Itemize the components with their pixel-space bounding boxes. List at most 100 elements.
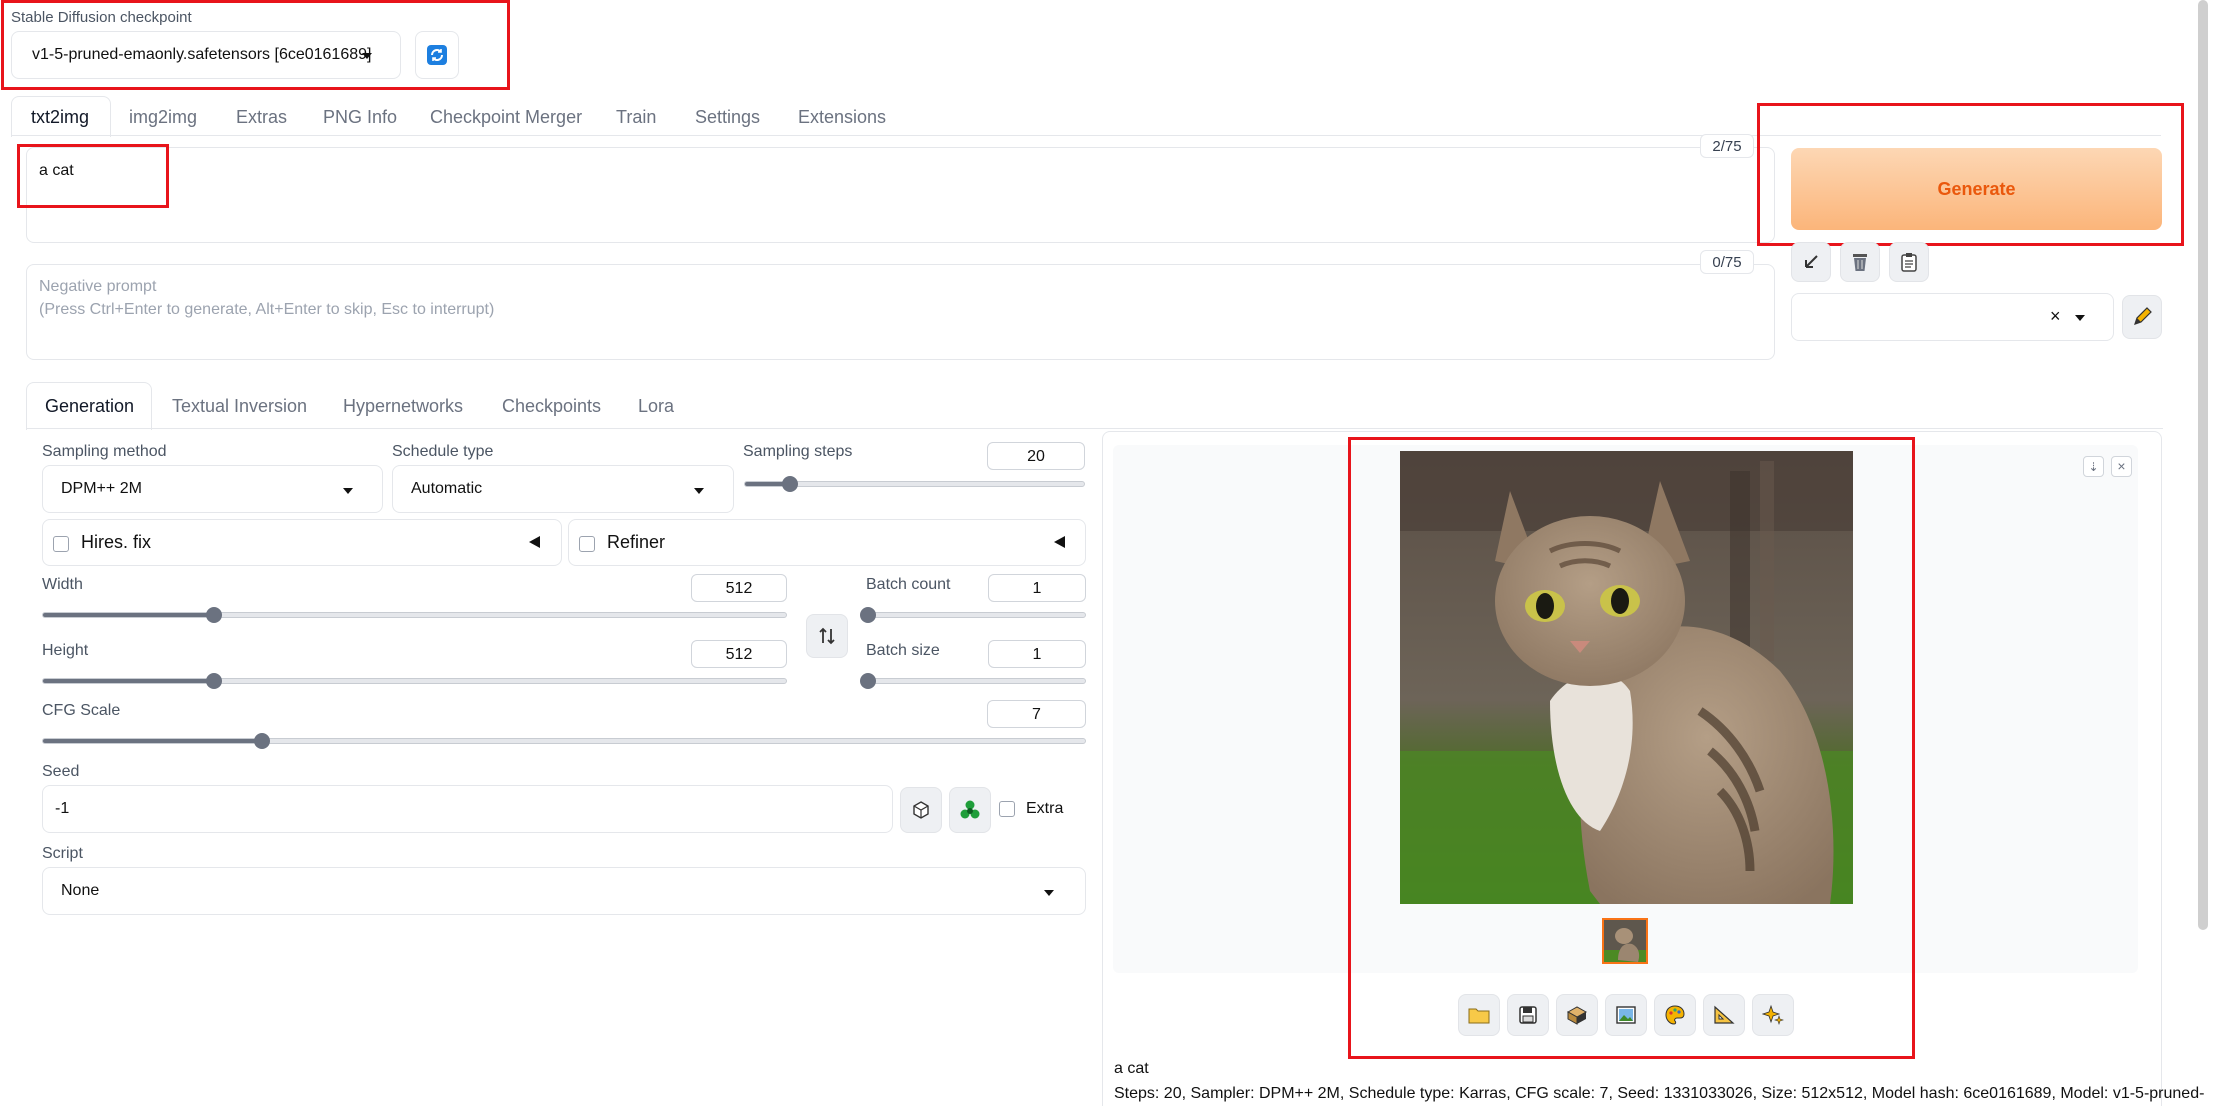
seed-input[interactable]: -1	[42, 785, 893, 833]
send-to-extras-button[interactable]	[1703, 994, 1745, 1036]
cfg-scale-input[interactable]: 7	[987, 700, 1086, 728]
refiner-accordion[interactable]: Refiner	[568, 519, 1086, 566]
sampling-steps-slider[interactable]	[744, 476, 1085, 492]
sampling-method-dropdown[interactable]: DPM++ 2M	[42, 465, 383, 513]
sampling-steps-input[interactable]: 20	[987, 442, 1085, 470]
batch-count-input[interactable]: 1	[988, 574, 1086, 602]
tab-extras[interactable]: Extras	[236, 107, 287, 128]
width-slider[interactable]	[42, 607, 787, 623]
clear-styles-icon[interactable]: ×	[2050, 306, 2061, 327]
slider-thumb[interactable]	[860, 673, 876, 689]
batch-size-slider[interactable]	[860, 673, 1086, 689]
generated-image[interactable]	[1400, 451, 1853, 904]
extra-seed-checkbox[interactable]	[999, 801, 1015, 817]
generate-button[interactable]: Generate	[1791, 148, 2162, 230]
cat-image	[1400, 451, 1853, 904]
slider-thumb[interactable]	[782, 476, 799, 492]
tab-textual-inversion[interactable]: Textual Inversion	[172, 396, 307, 417]
slider-thumb[interactable]	[860, 607, 876, 623]
schedule-type-dropdown[interactable]: Automatic	[392, 465, 734, 513]
tab-checkpoints[interactable]: Checkpoints	[502, 396, 601, 417]
palette-icon	[1665, 1005, 1685, 1025]
chevron-down-icon	[362, 53, 372, 59]
slider-fill	[43, 739, 262, 743]
hires-fix-label: Hires. fix	[81, 532, 152, 552]
random-seed-button[interactable]	[900, 787, 942, 833]
cfg-scale-slider[interactable]	[42, 733, 1086, 749]
negative-prompt-input[interactable]: Negative prompt (Press Ctrl+Enter to gen…	[26, 264, 1775, 360]
swap-vertical-icon	[819, 627, 835, 645]
zip-button[interactable]	[1556, 994, 1598, 1036]
hires-fix-accordion[interactable]: Hires. fix	[42, 519, 562, 566]
width-label: Width	[42, 576, 83, 593]
sampling-steps-label: Sampling steps	[743, 443, 853, 460]
save-button[interactable]	[1507, 994, 1549, 1036]
hires-fix-checkbox[interactable]	[53, 536, 69, 552]
prompt-input[interactable]: a cat	[26, 147, 1775, 243]
slider-thumb[interactable]	[205, 673, 222, 689]
script-dropdown[interactable]: None	[42, 867, 1086, 915]
height-slider[interactable]	[42, 673, 787, 689]
clear-prompt-button[interactable]	[1840, 242, 1880, 282]
refiner-checkbox[interactable]	[579, 536, 595, 552]
cfg-scale-label: CFG Scale	[42, 702, 121, 719]
generate-label: Generate	[1937, 178, 2016, 199]
close-icon[interactable]: ×	[2111, 456, 2132, 477]
pencil-icon	[2134, 307, 2152, 325]
schedule-type-label: Schedule type	[392, 443, 494, 460]
height-input[interactable]: 512	[691, 640, 787, 668]
height-label: Height	[42, 642, 89, 659]
seed-label: Seed	[42, 763, 80, 780]
tab-checkpoint-merger[interactable]: Checkpoint Merger	[430, 107, 582, 128]
apply-styles-button[interactable]	[1889, 242, 1929, 282]
batch-count-label: Batch count	[866, 576, 951, 593]
tab-hypernetworks[interactable]: Hypernetworks	[343, 396, 463, 417]
arrow-down-left-icon	[1805, 255, 1818, 268]
refresh-checkpoint-button[interactable]	[415, 31, 459, 79]
prompt-token-counter: 2/75	[1700, 134, 1754, 158]
edit-styles-button[interactable]	[2122, 295, 2162, 339]
reuse-seed-button[interactable]	[949, 787, 991, 833]
styles-dropdown[interactable]: ×	[1791, 293, 2114, 341]
folder-icon	[1468, 1008, 1490, 1024]
batch-size-input[interactable]: 1	[988, 640, 1086, 668]
tab-extensions[interactable]: Extensions	[798, 107, 886, 128]
page-scrollbar[interactable]	[2198, 0, 2208, 930]
caret-left-icon	[529, 536, 540, 548]
checkpoint-dropdown[interactable]: v1-5-pruned-emaonly.safetensors [6ce0161…	[11, 31, 401, 79]
prompt-text: a cat	[39, 162, 74, 179]
image-icon	[1616, 1006, 1636, 1024]
chevron-down-icon	[694, 488, 704, 494]
tab-settings[interactable]: Settings	[695, 107, 760, 128]
send-to-img2img-button[interactable]	[1605, 994, 1647, 1036]
swap-dimensions-button[interactable]	[806, 614, 848, 658]
tab-train[interactable]: Train	[616, 107, 656, 128]
clipboard-icon	[1901, 253, 1917, 272]
tab-img2img[interactable]: img2img	[129, 107, 197, 128]
tab-generation[interactable]: Generation	[45, 396, 134, 417]
upscale-button[interactable]	[1752, 994, 1794, 1036]
sparkles-icon	[1762, 1004, 1784, 1025]
read-params-button[interactable]	[1791, 242, 1831, 282]
open-folder-button[interactable]	[1458, 994, 1500, 1036]
sampling-method-value: DPM++ 2M	[61, 480, 142, 497]
tab-lora[interactable]: Lora	[638, 396, 674, 417]
slider-thumb[interactable]	[205, 607, 222, 623]
seed-value: -1	[55, 800, 70, 817]
output-caption: a cat	[1114, 1060, 1149, 1077]
output-generation-info: Steps: 20, Sampler: DPM++ 2M, Schedule t…	[1114, 1085, 2205, 1102]
send-to-inpaint-button[interactable]	[1654, 994, 1696, 1036]
chevron-down-icon	[2075, 315, 2085, 321]
sampling-method-label: Sampling method	[42, 443, 167, 460]
slider-fill	[43, 679, 214, 683]
width-input[interactable]: 512	[691, 574, 787, 602]
slider-thumb[interactable]	[253, 733, 270, 749]
tab-png-info[interactable]: PNG Info	[323, 107, 397, 128]
batch-count-slider[interactable]	[860, 607, 1086, 623]
download-icon[interactable]: ⇣	[2083, 456, 2104, 477]
tab-txt2img[interactable]: txt2img	[31, 107, 89, 128]
tab-divider	[11, 135, 2161, 136]
subtab-divider	[26, 428, 2163, 429]
chevron-down-icon	[343, 488, 353, 494]
gallery-thumbnail[interactable]	[1602, 918, 1648, 964]
